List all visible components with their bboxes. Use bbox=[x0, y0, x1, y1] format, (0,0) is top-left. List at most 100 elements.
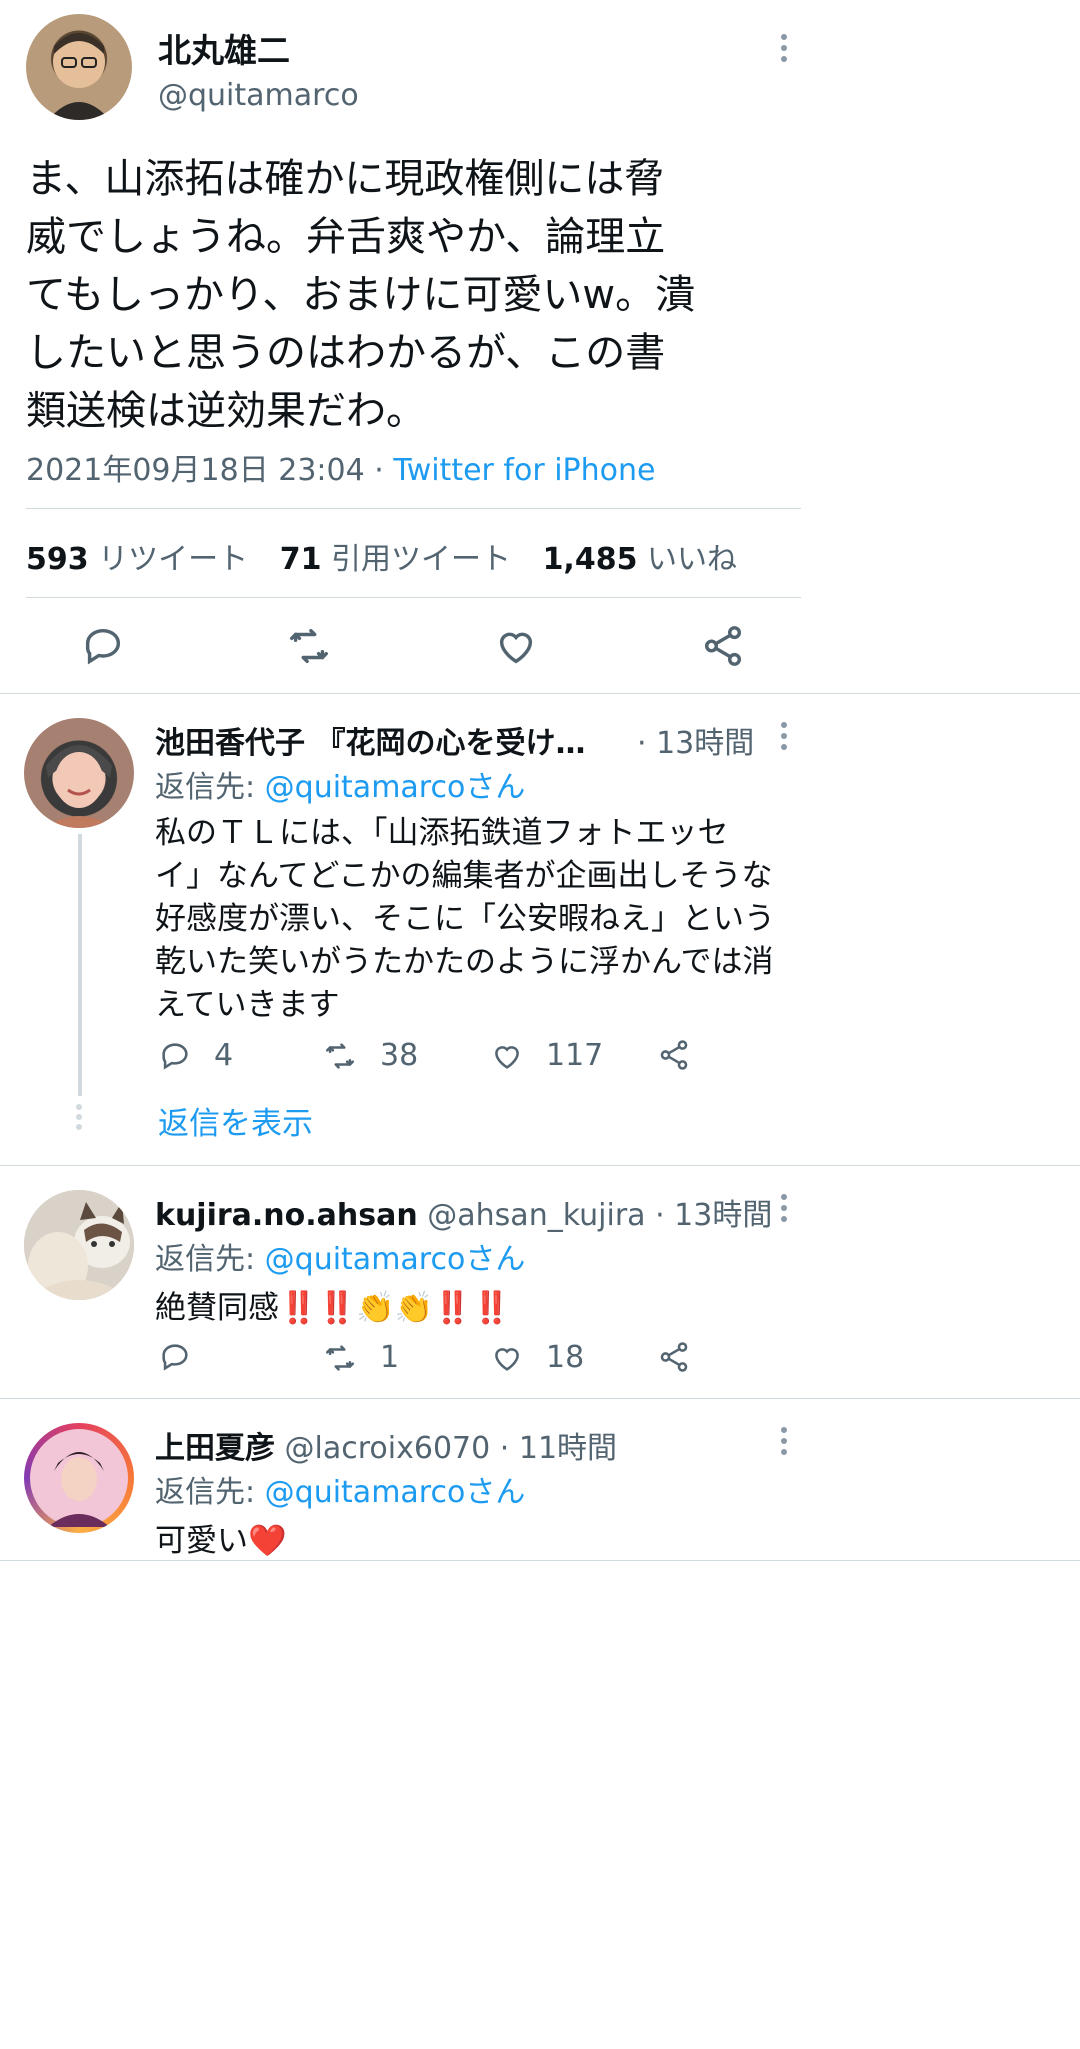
reply-to: 返信先: @quitamarcoさん bbox=[155, 1234, 525, 1278]
reply-more-options-icon[interactable] bbox=[781, 1427, 789, 1460]
avatar-face-icon bbox=[44, 745, 114, 828]
main-tweet-line: 威でしょうね。弁舌爽やか、論理立 bbox=[26, 214, 666, 260]
tweet-meta: 2021年09月18日 23:04 · Twitter for iPhone bbox=[26, 445, 655, 489]
reply-action-reply[interactable]: 4 bbox=[158, 1038, 233, 1073]
divider bbox=[0, 1560, 1080, 1561]
reply-author-handle[interactable]: @lacroix6070 bbox=[285, 1431, 491, 1466]
main-author-avatar[interactable] bbox=[26, 14, 132, 120]
reply-count: 4 bbox=[214, 1038, 234, 1073]
portrait-avatar-icon bbox=[30, 1429, 128, 1527]
reply-time[interactable]: · 11時間 bbox=[500, 1431, 617, 1466]
reply-time[interactable]: · 13時間 bbox=[655, 1198, 772, 1233]
retweet-icon bbox=[325, 1344, 355, 1371]
reply-text-line: 好感度が漂い、そこに「公安暇ねえ」という bbox=[155, 901, 775, 937]
main-author-handle[interactable]: @quitamarco bbox=[158, 78, 359, 113]
divider bbox=[26, 597, 801, 598]
reply-text-body: 絶賛同感 bbox=[155, 1290, 279, 1326]
likes-stat[interactable]: 1,485 いいね bbox=[543, 542, 737, 577]
reply-action-like[interactable]: 117 bbox=[490, 1038, 603, 1073]
main-tweet-line: 類送検は逆効果だわ。 bbox=[26, 388, 426, 434]
like-count: 117 bbox=[546, 1038, 604, 1073]
like-icon bbox=[495, 1045, 519, 1069]
reply-author-name[interactable]: 池田香代子 『花岡の心を受け… bbox=[155, 726, 585, 761]
share-icon bbox=[660, 1342, 688, 1372]
divider bbox=[0, 693, 1080, 694]
main-tweet-line: てもしっかり、おまけに可愛いw。潰 bbox=[26, 272, 696, 318]
tweet-source-link[interactable]: Twitter for iPhone bbox=[393, 453, 655, 488]
reply-action-retweet[interactable]: 38 bbox=[322, 1038, 418, 1073]
reply-text: 絶賛同感‼️‼️👏👏‼️‼️ bbox=[155, 1282, 511, 1327]
reply-text: 私のＴＬには、「山添拓鉄道フォトエッセ イ」なんてどこかの編集者が企画出しそうな… bbox=[155, 812, 815, 1027]
reply-avatar[interactable] bbox=[24, 1423, 134, 1533]
reply-text-line: イ」なんてどこかの編集者が企画出しそうな bbox=[155, 858, 773, 894]
reply-author-name[interactable]: 上田夏彦 bbox=[155, 1431, 275, 1466]
retweet-icon bbox=[325, 1042, 355, 1069]
reply-more-options-icon[interactable] bbox=[781, 1194, 789, 1227]
reply-action-share[interactable] bbox=[657, 1340, 691, 1374]
reply-text: 可愛い❤️ bbox=[155, 1515, 287, 1560]
reply-action-retweet[interactable]: 1 bbox=[322, 1340, 399, 1375]
retweet-count: 38 bbox=[380, 1038, 419, 1073]
divider bbox=[0, 1398, 1080, 1399]
reply-to-label: 返信先: bbox=[155, 1475, 256, 1510]
reply-action-like[interactable]: 18 bbox=[490, 1340, 584, 1375]
heart-emoji: ❤️ bbox=[248, 1523, 287, 1559]
like-icon[interactable] bbox=[493, 623, 539, 669]
likes-label: いいね bbox=[647, 542, 738, 577]
reply-time[interactable]: · 13時間 bbox=[637, 718, 754, 762]
quotes-stat[interactable]: 71 引用ツイート bbox=[280, 542, 511, 577]
retweet-icon[interactable] bbox=[285, 623, 333, 669]
share-icon[interactable] bbox=[700, 623, 746, 669]
reply-header: 池田香代子 『花岡の心を受け… bbox=[155, 718, 585, 762]
reply-to-label: 返信先: bbox=[155, 1242, 256, 1277]
reply-text-line: 乾いた笑いがうたかたのように浮かんでは消 bbox=[155, 944, 774, 980]
thread-line bbox=[78, 834, 82, 1096]
reply-header: kujira.no.ahsan @ahsan_kujira · 13時間 bbox=[155, 1190, 772, 1234]
retweets-count: 593 bbox=[26, 542, 89, 577]
quotes-count: 71 bbox=[279, 542, 322, 577]
main-tweet-line: したいと思うのはわかるが、この書 bbox=[26, 330, 666, 376]
reply-avatar[interactable] bbox=[24, 1190, 134, 1300]
tweet-stats: 593 リツイート 71 引用ツイート 1,485 いいね bbox=[26, 534, 737, 578]
reply-text-line: 私のＴＬには、「山添拓鉄道フォトエッセ bbox=[155, 815, 729, 851]
reply-icon[interactable] bbox=[80, 623, 126, 669]
reply-icon bbox=[162, 1042, 188, 1070]
like-count: 18 bbox=[546, 1340, 585, 1375]
reply-author-handle[interactable]: @ahsan_kujira bbox=[427, 1198, 645, 1233]
quotes-label: 引用ツイート bbox=[331, 542, 512, 577]
like-icon bbox=[495, 1347, 519, 1371]
reply-more-options-icon[interactable] bbox=[781, 722, 789, 755]
main-more-options-icon[interactable] bbox=[781, 34, 789, 67]
divider bbox=[0, 1165, 1080, 1166]
reply-to-handle[interactable]: @quitamarcoさん bbox=[265, 770, 526, 805]
show-replies-link[interactable]: 返信を表示 bbox=[158, 1098, 313, 1143]
reply-avatar[interactable] bbox=[24, 718, 134, 828]
reply-text-line: えていきます bbox=[155, 987, 340, 1023]
retweets-label: リツイート bbox=[98, 542, 249, 577]
meta-separator: · bbox=[374, 453, 384, 488]
main-author-name[interactable]: 北丸雄二 bbox=[158, 24, 290, 72]
tweet-timestamp[interactable]: 2021年09月18日 23:04 bbox=[26, 453, 365, 488]
reply-to-handle[interactable]: @quitamarcoさん bbox=[265, 1242, 526, 1277]
divider bbox=[26, 508, 801, 509]
likes-count: 1,485 bbox=[542, 542, 638, 577]
cat-avatar-icon bbox=[24, 1190, 134, 1300]
avatar-face-icon bbox=[48, 33, 110, 120]
reply-action-reply[interactable] bbox=[158, 1340, 214, 1374]
reply-icon bbox=[162, 1344, 188, 1371]
main-tweet-text: ま、山添拓は確かに現政権側には脅 威でしょうね。弁舌爽やか、論理立 てもしっかり… bbox=[26, 150, 826, 440]
reply-action-share[interactable] bbox=[657, 1038, 691, 1072]
reply-to-handle[interactable]: @quitamarcoさん bbox=[265, 1475, 526, 1510]
reply-text-body: 可愛い bbox=[155, 1523, 248, 1559]
reply-to-label: 返信先: bbox=[155, 770, 256, 805]
reply-header: 上田夏彦 @lacroix6070 · 11時間 bbox=[155, 1423, 617, 1467]
retweets-stat[interactable]: 593 リツイート bbox=[26, 542, 248, 577]
reply-to: 返信先: @quitamarcoさん bbox=[155, 1467, 525, 1511]
reply-author-name[interactable]: kujira.no.ahsan bbox=[155, 1198, 418, 1233]
share-icon bbox=[660, 1040, 688, 1070]
emoji-sequence: ‼️‼️👏👏‼️‼️ bbox=[279, 1290, 511, 1326]
reply-to: 返信先: @quitamarcoさん bbox=[155, 762, 525, 806]
retweet-count: 1 bbox=[380, 1340, 400, 1375]
main-tweet-line: ま、山添拓は確かに現政権側には脅 bbox=[26, 156, 665, 202]
thread-dots bbox=[76, 1104, 82, 1130]
